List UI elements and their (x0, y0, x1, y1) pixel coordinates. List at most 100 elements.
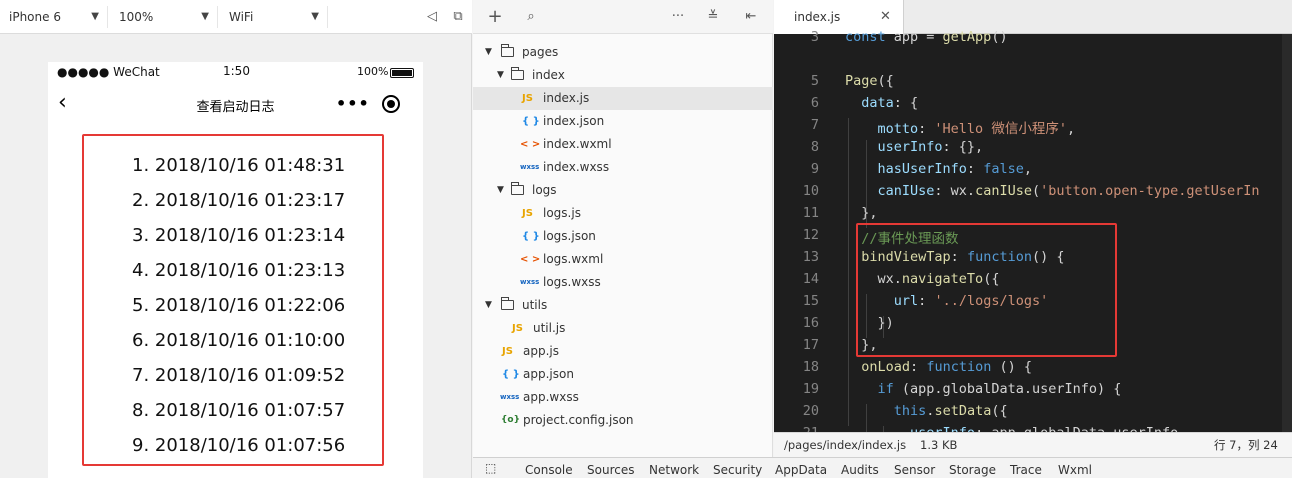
explorer-toolbar: + ⌕ ··· ≚ ⇤ (473, 0, 773, 34)
tree-folder-index[interactable]: ▼ index (473, 64, 773, 87)
tree-item-label: app.js (523, 344, 559, 358)
tree-item-label: logs.wxss (543, 275, 601, 289)
mute-icon[interactable]: ◁ (424, 9, 440, 25)
tree-folder-logs[interactable]: ▼ logs (473, 179, 773, 202)
tree-item-label: logs.js (543, 206, 581, 220)
tree-item-label: app.wxss (523, 390, 579, 404)
wxss-file-icon: wxss (500, 393, 520, 401)
editor-status-bar: /pages/index/index.js 1.3 KB 行 7，列 24 (774, 432, 1292, 457)
code-line: onLoad: function () { (861, 359, 1032, 375)
tree-item-label: logs.wxml (543, 252, 604, 266)
zoom-select[interactable]: 100% ▼ (110, 6, 218, 28)
add-icon[interactable]: + (487, 8, 503, 26)
tree-file-index-wxss[interactable]: wxss index.wxss (473, 156, 773, 179)
detach-icon[interactable]: ⧉ (450, 9, 466, 25)
line-number: 7 (810, 117, 819, 133)
expand-arrow-icon: ▼ (497, 185, 504, 195)
more-dots-icon[interactable]: ••• (336, 94, 370, 113)
tree-file-index-json[interactable]: { } index.json (473, 110, 773, 133)
tree-file-project-config[interactable]: {o} project.config.json (473, 409, 773, 432)
tree-file-app-wxss[interactable]: wxss app.wxss (473, 386, 773, 409)
chevron-down-icon: ▼ (311, 11, 319, 22)
tree-item-label: project.config.json (523, 413, 634, 427)
line-number: 6 (810, 95, 819, 111)
wxss-file-icon: wxss (520, 163, 540, 171)
tree-file-logs-js[interactable]: JS logs.js (473, 202, 773, 225)
chevron-down-icon: ▼ (91, 11, 99, 22)
line-number: 3 (810, 30, 819, 45)
close-icon[interactable]: ✕ (880, 9, 891, 24)
battery-icon (390, 68, 414, 78)
tree-folder-pages[interactable]: ▼ pages (473, 41, 773, 64)
line-number: 19 (802, 381, 819, 397)
log-highlight-box (82, 134, 384, 466)
devtools-window: iPhone 6 ▼ 100% ▼ WiFi ▼ ◁ ⧉ ●●●●● WeCha… (0, 0, 1292, 478)
code-line: Page({ (845, 73, 894, 89)
tree-file-logs-wxss[interactable]: wxss logs.wxss (473, 271, 773, 294)
devtools-tabbar: ⬚ Console Sources Network Security AppDa… (473, 457, 1292, 478)
tab-index-js[interactable]: index.js ✕ (774, 0, 904, 34)
tab-network[interactable]: Network (649, 463, 699, 477)
tab-audits[interactable]: Audits (841, 463, 879, 477)
carrier-label: ●●●●● WeChat (57, 65, 160, 79)
line-number: 17 (802, 337, 819, 353)
line-number: 16 (802, 315, 819, 331)
tree-file-logs-wxml[interactable]: < > logs.wxml (473, 248, 773, 271)
folder-icon (511, 182, 524, 195)
collapse-icon[interactable]: ≚ (705, 9, 721, 25)
line-number: 13 (802, 249, 819, 265)
code-line: userInfo: app.globalData.userInfo, (845, 425, 1186, 432)
phone-status-bar: ●●●●● WeChat 1:50 100% (48, 62, 423, 82)
inspect-icon[interactable]: ⬚ (485, 461, 496, 475)
expand-arrow-icon: ▼ (485, 47, 492, 57)
line-number: 8 (810, 139, 819, 155)
tab-sensor[interactable]: Sensor (894, 463, 935, 477)
code-area[interactable]: 3 const app = getApp() 5 Page({ 6 data: … (774, 30, 1292, 432)
simulator-pane: iPhone 6 ▼ 100% ▼ WiFi ▼ ◁ ⧉ ●●●●● WeCha… (0, 0, 472, 478)
tree-file-index-wxml[interactable]: < > index.wxml (473, 133, 773, 156)
battery-label: 100% (357, 65, 389, 78)
tab-appdata[interactable]: AppData (775, 463, 827, 477)
editor-scrollbar[interactable] (1282, 34, 1292, 432)
close-capsule-icon[interactable] (382, 95, 400, 113)
js-file-icon: JS (512, 323, 523, 334)
tree-item-label: index.wxml (543, 137, 612, 151)
tree-file-index-js[interactable]: JS index.js (473, 87, 773, 110)
more-icon[interactable]: ··· (670, 9, 686, 25)
code-line: hasUserInfo: false, (877, 161, 1032, 177)
network-select[interactable]: WiFi ▼ (220, 6, 328, 28)
toggle-sidebar-icon[interactable]: ⇤ (743, 9, 759, 25)
tree-file-logs-json[interactable]: { } logs.json (473, 225, 773, 248)
tab-wxml[interactable]: Wxml (1058, 463, 1092, 477)
config-file-icon: {o} (501, 415, 520, 425)
clock-label: 1:50 (223, 64, 250, 78)
tab-sources[interactable]: Sources (587, 463, 634, 477)
js-file-icon: JS (522, 93, 533, 104)
wxml-file-icon: < > (520, 139, 541, 150)
tab-trace[interactable]: Trace (1010, 463, 1042, 477)
tree-file-app-json[interactable]: { } app.json (473, 363, 773, 386)
chevron-down-icon: ▼ (201, 11, 209, 22)
tree-item-label: index.json (543, 114, 605, 128)
folder-icon (511, 67, 524, 80)
tab-storage[interactable]: Storage (949, 463, 996, 477)
tree-item-label: pages (522, 45, 559, 59)
tab-console[interactable]: Console (525, 463, 573, 477)
tree-file-util-js[interactable]: JS util.js (473, 317, 773, 340)
folder-icon (501, 297, 514, 310)
file-path: /pages/index/index.js (784, 438, 907, 452)
code-highlight-box (856, 223, 1117, 357)
tree-folder-utils[interactable]: ▼ utils (473, 294, 773, 317)
tree-item-label: logs (532, 183, 557, 197)
file-size: 1.3 KB (920, 438, 958, 452)
search-icon[interactable]: ⌕ (523, 9, 539, 25)
line-number: 15 (802, 293, 819, 309)
code-line: userInfo: {}, (877, 139, 984, 155)
tree-item-label: index.js (543, 91, 590, 105)
tree-file-app-js[interactable]: JS app.js (473, 340, 773, 363)
tab-security[interactable]: Security (713, 463, 762, 477)
code-editor: index.js ✕ 3 const app = getApp() 5 Page… (774, 0, 1292, 457)
expand-arrow-icon: ▼ (485, 300, 492, 310)
js-file-icon: JS (522, 208, 533, 219)
device-select[interactable]: iPhone 6 ▼ (0, 6, 108, 28)
